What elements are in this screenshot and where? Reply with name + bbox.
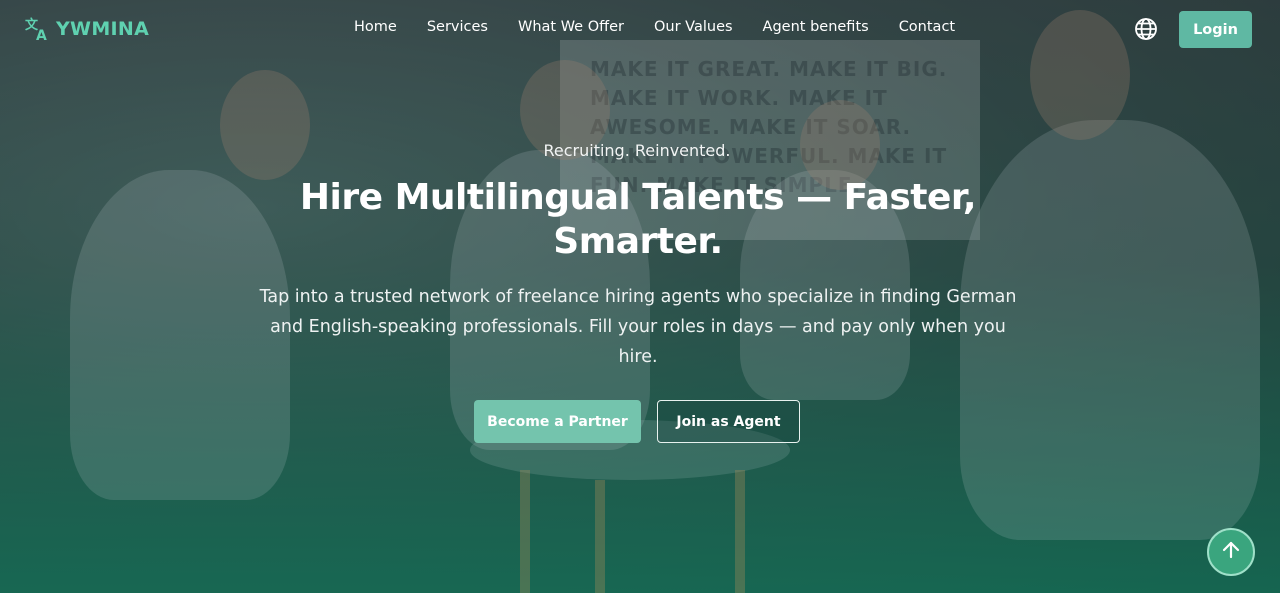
background-table-leg (595, 480, 605, 593)
hero-section: MAKE IT GREAT. MAKE IT BIG. MAKE IT WORK… (0, 0, 1280, 593)
top-navigation: 文 A YWMINA Home Services What We Offer O… (0, 0, 1280, 58)
scroll-to-top-button[interactable] (1207, 528, 1255, 576)
background-head-left (220, 70, 310, 180)
nav-item-agent-benefits[interactable]: Agent benefits (763, 19, 869, 35)
translate-icon: 文 A (24, 16, 50, 42)
hero-eyebrow: Recruiting. Reinvented. (543, 141, 731, 160)
login-button[interactable]: Login (1179, 11, 1252, 48)
globe-icon[interactable] (1134, 17, 1158, 41)
main-menu: Home Services What We Offer Our Values A… (354, 19, 985, 35)
nav-item-services[interactable]: Services (427, 19, 488, 35)
arrow-up-icon (1221, 540, 1241, 564)
become-partner-button[interactable]: Become a Partner (474, 400, 641, 443)
nav-item-home[interactable]: Home (354, 19, 397, 35)
hero-headline: Hire Multilingual Talents — Faster, Smar… (299, 177, 977, 262)
join-agent-button[interactable]: Join as Agent (657, 400, 800, 443)
background-table-leg (735, 470, 745, 593)
nav-item-contact[interactable]: Contact (899, 19, 955, 35)
nav-item-what-we-offer[interactable]: What We Offer (518, 19, 624, 35)
hero-subtext: Tap into a trusted network of freelance … (259, 287, 1017, 367)
svg-text:A: A (36, 28, 47, 42)
nav-item-our-values[interactable]: Our Values (654, 19, 733, 35)
brand-logo[interactable]: 文 A YWMINA (24, 16, 149, 42)
background-table-leg (520, 470, 530, 593)
brand-name: YWMINA (56, 18, 150, 40)
